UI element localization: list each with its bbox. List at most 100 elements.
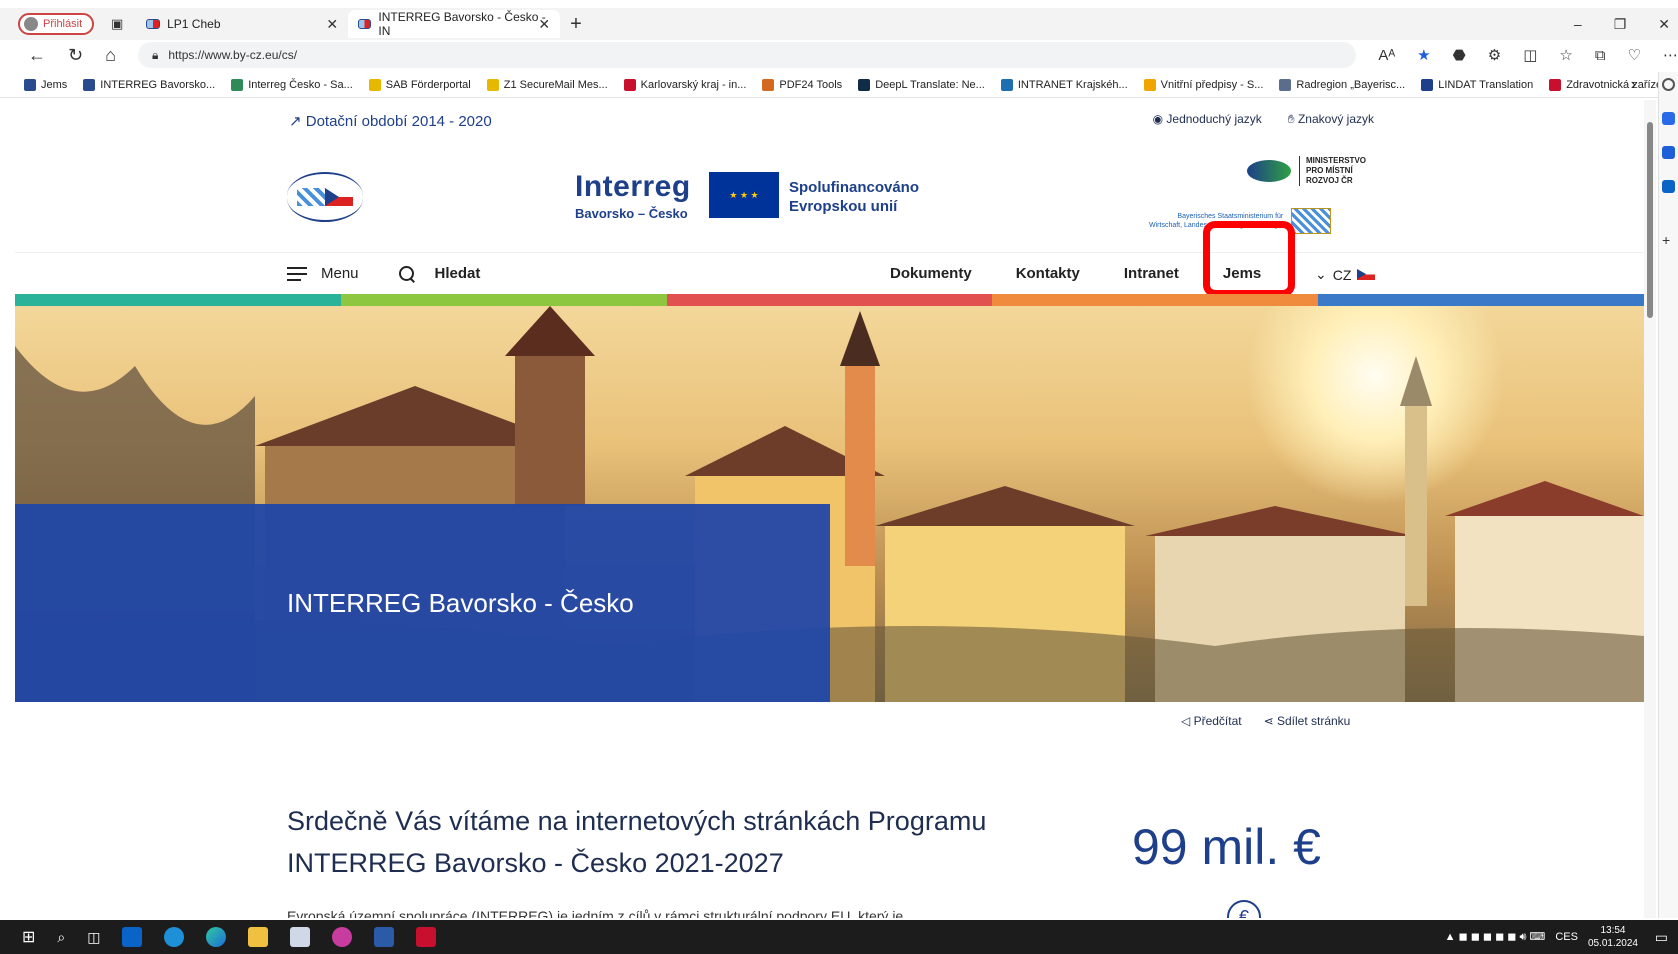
czech-flag-icon xyxy=(325,188,353,206)
bookmark-favicon-icon xyxy=(1000,78,1013,91)
interreg-favicon-icon xyxy=(146,19,161,29)
app-icon[interactable] xyxy=(332,927,353,947)
top-strip: ↗ Dotační období 2014 - 2020 ◉ Jednoduch… xyxy=(15,100,1644,142)
simple-language-link[interactable]: ◉ Jednoduchý jazyk xyxy=(1153,112,1262,127)
color-stripe-segment xyxy=(666,294,993,306)
nav-dokumenty[interactable]: Dokumenty xyxy=(890,265,972,282)
interreg-favicon-icon xyxy=(358,19,372,29)
share-icon: ⋖ xyxy=(1263,714,1277,728)
collections-icon[interactable]: ⧉ xyxy=(1595,47,1606,64)
color-stripe-segment xyxy=(340,294,667,306)
refresh-icon[interactable]: ↻ xyxy=(68,45,83,66)
nav-kontakty[interactable]: Kontakty xyxy=(1016,265,1080,282)
input-language[interactable]: CES xyxy=(1555,931,1578,943)
home-icon[interactable]: ⌂ xyxy=(105,45,116,66)
app2-icon[interactable] xyxy=(416,927,437,947)
outlook-icon[interactable] xyxy=(1662,180,1675,193)
puzzle-icon[interactable]: ⚙ xyxy=(1488,46,1501,64)
language-selector[interactable]: ⌄ CZ xyxy=(1315,266,1376,283)
main-navigation: Menu Hledat Dokumenty Kontakty Intranet … xyxy=(15,252,1644,294)
system-tray: ▲ ◼ ◼ ◼ ◼ ◼ 🔊︎ ⌨ CES 13:54 05.01.2024 xyxy=(1445,920,1638,954)
bookmark-item[interactable]: PDF24 Tools xyxy=(762,78,842,91)
search-icon[interactable] xyxy=(1662,78,1675,91)
czech-flag-icon xyxy=(1357,269,1376,280)
split-screen-icon[interactable]: ◫ xyxy=(1523,46,1537,64)
performance-icon[interactable]: ♡ xyxy=(1628,46,1641,64)
bookmark-item[interactable]: DeepL Translate: Ne... xyxy=(858,78,985,91)
restore-icon[interactable]: ❐ xyxy=(1614,16,1627,33)
hero-title: INTERREG Bavorsko - Česko xyxy=(287,588,634,618)
bookmark-item[interactable]: LINDAT Translation xyxy=(1421,78,1533,91)
tray-icons[interactable]: ▲ ◼ ◼ ◼ ◼ ◼ 🔊︎ ⌨ xyxy=(1445,930,1546,944)
bookmark-item[interactable]: Karlovarský kraj - in... xyxy=(623,78,746,91)
bookmark-item[interactable]: INTERREG Bavorsko... xyxy=(83,78,215,91)
word-icon[interactable] xyxy=(374,927,395,947)
bookmark-item[interactable]: SAB Förderportal xyxy=(368,78,471,91)
favorites-icon[interactable]: ☆ xyxy=(1559,46,1572,64)
search-icon[interactable] xyxy=(398,265,415,282)
profile-button[interactable]: Přihlásit xyxy=(18,13,95,35)
bookmark-item[interactable]: Radregion „Bayerisc... xyxy=(1279,78,1405,91)
color-stripe xyxy=(15,294,1644,306)
file-explorer-icon[interactable] xyxy=(248,927,269,947)
bookmark-item[interactable]: Interreg Česko - Sa... xyxy=(231,78,353,91)
page-scrollbar[interactable] xyxy=(1644,100,1656,918)
tab-interreg[interactable]: INTERREG Bavorsko - Česko - IN ✕ xyxy=(348,10,561,38)
internet-explorer-icon[interactable] xyxy=(164,927,185,947)
menu-icon[interactable] xyxy=(287,266,307,281)
notepad-icon[interactable] xyxy=(290,927,311,947)
nav-intranet[interactable]: Intranet xyxy=(1124,265,1179,282)
notifications-icon[interactable]: ▭ xyxy=(1655,929,1668,946)
dotace-link[interactable]: ↗ Dotační období 2014 - 2020 xyxy=(289,112,492,130)
mmr-logo: MINISTERSTVO PRO MÍSTNÍ ROZVOJ ČR xyxy=(1247,156,1366,186)
bookmark-item[interactable]: Z1 SecureMail Mes... xyxy=(486,78,608,91)
bookmark-item[interactable]: INTRANET Krajskéh... xyxy=(1000,78,1128,91)
add-icon[interactable]: + xyxy=(1662,232,1675,248)
tab-actions-icon[interactable]: ▣ xyxy=(106,13,128,35)
chevron-down-icon: ⌄ xyxy=(1315,266,1327,282)
favorite-star-icon[interactable]: ★ xyxy=(1417,46,1430,64)
tools-icon[interactable] xyxy=(1662,146,1675,159)
share-page-button[interactable]: ⋖ Sdílet stránku xyxy=(1264,714,1351,728)
search-icon[interactable]: ⌕ xyxy=(57,929,65,946)
start-icon[interactable]: ⊞ xyxy=(22,927,35,947)
tab-lp1-cheb[interactable]: LP1 Cheb ✕ xyxy=(136,10,348,38)
program-seal-logo[interactable] xyxy=(287,172,363,222)
bookmark-item[interactable]: Jems xyxy=(24,78,67,91)
read-aloud-button[interactable]: ◁ Předčítat xyxy=(1181,714,1242,728)
url-field[interactable]: 🔒︎ https://www.by-cz.eu/cs/ xyxy=(137,42,1357,68)
back-icon[interactable]: ← xyxy=(28,45,46,66)
search-button[interactable]: Hledat xyxy=(435,265,481,282)
sign-language-link[interactable]: ✋︎ Znakový jazyk xyxy=(1288,112,1374,127)
more-bookmarks-icon[interactable]: › xyxy=(1631,76,1636,94)
intro-text: Evropská územní spolupráce (INTERREG) je… xyxy=(287,908,904,918)
bookmark-item[interactable]: Vnitřní předpisy - S... xyxy=(1143,78,1263,91)
task-view-icon[interactable]: ◫ xyxy=(87,929,100,946)
tab-title: INTERREG Bavorsko - Česko - IN xyxy=(378,10,546,38)
more-icon[interactable]: ⋯ xyxy=(1663,46,1678,64)
menu-button[interactable]: Menu xyxy=(321,265,359,282)
bookmark-favicon-icon xyxy=(1421,78,1434,91)
close-tab-icon[interactable]: ✕ xyxy=(326,16,338,33)
scroll-thumb[interactable] xyxy=(1647,122,1653,318)
read-aloud-icon[interactable]: Aᴬ xyxy=(1378,47,1395,64)
language-code: CZ xyxy=(1332,266,1352,283)
clock[interactable]: 13:54 05.01.2024 xyxy=(1588,924,1638,950)
bookmark-favicon-icon xyxy=(623,78,636,91)
close-window-icon[interactable]: ✕ xyxy=(1658,16,1670,33)
hero-banner: INTERREG Bavorsko - Česko xyxy=(15,306,1644,702)
new-tab-icon[interactable]: + xyxy=(570,13,582,36)
euro-icon: € xyxy=(1227,900,1261,918)
close-tab-icon[interactable]: ✕ xyxy=(538,16,550,33)
edge-icon[interactable] xyxy=(206,927,227,947)
nav-left: Menu Hledat xyxy=(287,265,480,282)
bookmark-favicon-icon xyxy=(83,78,96,91)
bookmark-item[interactable]: Zdravotnická zaříze... xyxy=(1549,78,1671,91)
browser-toolbar: Aᴬ ★ ⬣ ⚙ ◫ ☆ ⧉ ♡ ⋯ xyxy=(1378,46,1678,65)
outlook-icon[interactable] xyxy=(122,927,143,947)
bookmark-favicon-icon xyxy=(368,78,381,91)
extension-icon[interactable]: ⬣ xyxy=(1453,46,1466,64)
bookmark-favicon-icon xyxy=(24,78,36,91)
copilot-icon[interactable] xyxy=(1662,112,1675,125)
minimize-icon[interactable]: – xyxy=(1574,16,1582,32)
